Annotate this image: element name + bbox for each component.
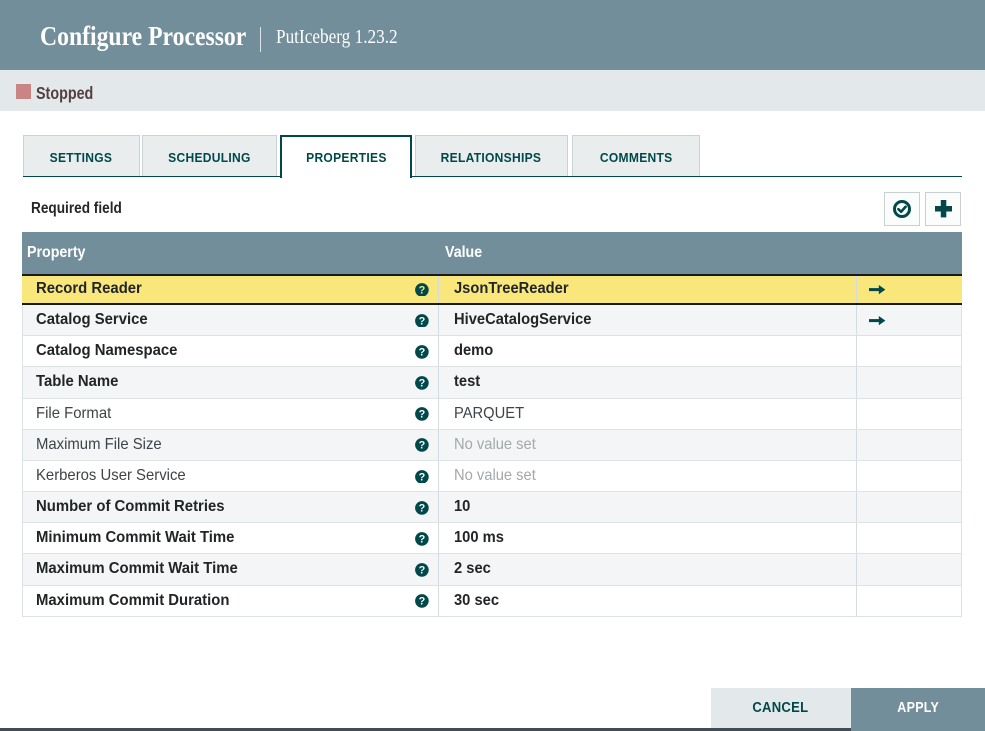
svg-text:?: ? [419,409,426,421]
svg-text:?: ? [419,534,426,546]
svg-text:?: ? [419,347,426,359]
svg-text:?: ? [419,378,426,390]
svg-text:?: ? [419,471,426,483]
svg-text:?: ? [419,315,426,327]
svg-text:?: ? [419,596,426,608]
svg-text:?: ? [419,440,426,452]
svg-text:?: ? [419,565,426,577]
svg-text:?: ? [419,284,426,296]
svg-text:?: ? [419,503,426,515]
